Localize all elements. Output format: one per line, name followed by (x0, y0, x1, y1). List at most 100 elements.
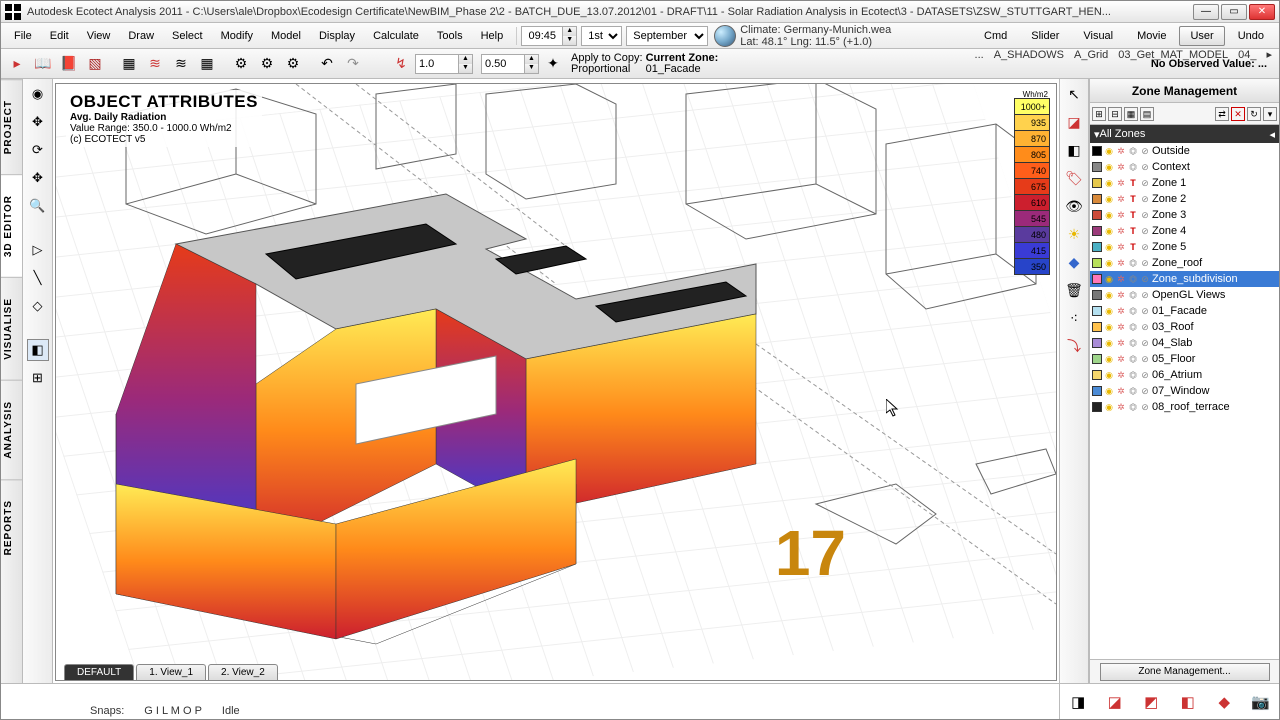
zone-item[interactable]: ◉✲⏣⊘Zone_subdivision (1090, 271, 1279, 287)
expand-icon[interactable]: ⊞ (1092, 107, 1106, 121)
menu-calculate[interactable]: Calculate (364, 26, 428, 46)
zone-item[interactable]: ◉✲⏣⊘01_Facade (1090, 303, 1279, 319)
zone-item[interactable]: ◉✲⏣⊘05_Floor (1090, 351, 1279, 367)
zone-management-button[interactable]: Zone Management... (1100, 663, 1270, 681)
view-tab-2[interactable]: 2. View_2 (208, 664, 278, 680)
view-iso-icon[interactable]: ◨ (1066, 690, 1090, 714)
vtab-analysis[interactable]: ANALYSIS (1, 380, 22, 479)
tab-undo[interactable]: Undo (1227, 26, 1275, 46)
view-front-icon[interactable]: ◩ (1139, 690, 1163, 714)
view-top-icon[interactable]: ◪ (1103, 690, 1127, 714)
gear-icon[interactable]: ⚙ (229, 52, 253, 76)
zone-item[interactable]: ◉✲⏣⊘03_Roof (1090, 319, 1279, 335)
vtab-reports[interactable]: REPORTS (1, 479, 22, 575)
zoom-icon[interactable]: 🔍 (27, 195, 49, 217)
zone-item[interactable]: ◉✲T⊘Zone 4 (1090, 223, 1279, 239)
stack-icon[interactable]: ≋ (169, 52, 193, 76)
zone-item[interactable]: ◉✲⏣⊘07_Window (1090, 383, 1279, 399)
zone-item[interactable]: ◉✲⏣⊘Zone_roof (1090, 255, 1279, 271)
close-button[interactable]: ✕ (1249, 4, 1275, 20)
menu-file[interactable]: File (5, 26, 41, 46)
delete-icon[interactable]: ✕ (1231, 107, 1245, 121)
vtab-project[interactable]: PROJECT (1, 79, 22, 174)
menu-help[interactable]: Help (472, 26, 513, 46)
eye-icon[interactable]: 👁 (1063, 195, 1085, 217)
zone-item[interactable]: ◉✲⏣⊘OpenGL Views (1090, 287, 1279, 303)
menu-display[interactable]: Display (310, 26, 364, 46)
rotate-icon[interactable]: ⟳ (27, 139, 49, 161)
tab-slider[interactable]: Slider (1020, 26, 1070, 46)
scale-a-input[interactable]: ▲▼ (415, 54, 473, 74)
camera-icon[interactable]: 📷 (1249, 690, 1273, 714)
stack-red-icon[interactable]: ≋ (143, 52, 167, 76)
vtab-3d-editor[interactable]: 3D EDITOR (1, 174, 22, 277)
export-icon[interactable]: ⤵ (1063, 335, 1085, 357)
wireframe-icon[interactable]: ⊞ (27, 367, 49, 389)
vtab-visualise[interactable]: VISUALISE (1, 277, 22, 380)
undo-icon[interactable]: ↶ (315, 52, 339, 76)
zone-item[interactable]: ◉✲⏣⊘08_roof_terrace (1090, 399, 1279, 415)
layers-icon[interactable]: ▦ (117, 52, 141, 76)
measure-icon[interactable]: ╲ (27, 267, 49, 289)
refresh-icon[interactable]: ↻ (1247, 107, 1261, 121)
minimize-button[interactable]: — (1193, 4, 1219, 20)
view-tab-1[interactable]: 1. View_1 (136, 664, 206, 680)
tab-movie[interactable]: Movie (1126, 26, 1177, 46)
zone-item[interactable]: ◉✲T⊘Zone 1 (1090, 175, 1279, 191)
redo-icon[interactable]: ↷ (341, 52, 365, 76)
viewport[interactable]: OBJECT ATTRIBUTES Avg. Daily Radiation V… (55, 83, 1057, 681)
view-tab-default[interactable]: DEFAULT (64, 664, 134, 680)
calc-icon[interactable]: ⚙ (281, 52, 305, 76)
sun-icon[interactable]: ☀ (1063, 223, 1085, 245)
book-icon[interactable]: 📕 (57, 52, 81, 76)
menu-tools[interactable]: Tools (428, 26, 472, 46)
zone-item[interactable]: ◉✲⏣⊘04_Slab (1090, 335, 1279, 351)
box-icon[interactable]: ◆ (1063, 251, 1085, 273)
cube-icon[interactable]: ◧ (27, 339, 49, 361)
menu-select[interactable]: Select (163, 26, 212, 46)
page-icon[interactable]: ▧ (83, 52, 107, 76)
all-zones-header[interactable]: ▾ All Zones◂ (1090, 125, 1279, 143)
trash-icon[interactable]: 🗑 (1063, 279, 1085, 301)
view-persp-icon[interactable]: ◆ (1212, 690, 1236, 714)
month-select[interactable]: September (626, 26, 708, 46)
maximize-button[interactable]: ▭ (1221, 4, 1247, 20)
material-icon[interactable]: ◧ (1063, 139, 1085, 161)
zone-item[interactable]: ◉✲⏣⊘Context (1090, 159, 1279, 175)
scale-b-input[interactable]: ▲▼ (481, 54, 539, 74)
camera-icon[interactable]: ◉ (27, 83, 49, 105)
node-icon[interactable]: ◇ (27, 295, 49, 317)
pan-icon[interactable]: ✥ (27, 167, 49, 189)
menu-draw[interactable]: Draw (119, 26, 163, 46)
chevron-right-icon[interactable]: ▸ (1266, 48, 1272, 61)
zone-item[interactable]: ◉✲T⊘Zone 3 (1090, 207, 1279, 223)
zone-item[interactable]: ◉✲T⊘Zone 2 (1090, 191, 1279, 207)
graph-icon[interactable]: ⁖ (1063, 307, 1085, 329)
tab-user[interactable]: User (1179, 26, 1224, 46)
arrow-icon[interactable]: ↖ (1063, 83, 1085, 105)
tab-visual[interactable]: Visual (1072, 26, 1124, 46)
book-open-icon[interactable]: 📖 (31, 52, 55, 76)
menu-view[interactable]: View (78, 26, 120, 46)
zone-item[interactable]: ◉✲⏣⊘06_Atrium (1090, 367, 1279, 383)
open-icon[interactable]: ▸ (5, 52, 29, 76)
link-icon[interactable]: ⇄ (1215, 107, 1229, 121)
time-input[interactable]: ▲▼ (521, 26, 577, 46)
menu-edit[interactable]: Edit (41, 26, 78, 46)
down-icon[interactable]: ▾ (1263, 107, 1277, 121)
tool4-icon[interactable]: ▤ (1140, 107, 1154, 121)
zone-icon[interactable]: ◪ (1063, 111, 1085, 133)
zone-item[interactable]: ◉✲⏣⊘Outside (1090, 143, 1279, 159)
zone-item[interactable]: ◉✲T⊘Zone 5 (1090, 239, 1279, 255)
select-icon[interactable]: ▷ (27, 239, 49, 261)
collapse-icon[interactable]: ⊟ (1108, 107, 1122, 121)
grid-icon[interactable]: ▦ (195, 52, 219, 76)
menu-modify[interactable]: Modify (212, 26, 262, 46)
day-select[interactable]: 1st (581, 26, 622, 46)
tag-icon[interactable]: 🏷 (1063, 167, 1085, 189)
menu-model[interactable]: Model (262, 26, 310, 46)
view-side-icon[interactable]: ◧ (1176, 690, 1200, 714)
tool3-icon[interactable]: ▦ (1124, 107, 1138, 121)
tab-cmd[interactable]: Cmd (973, 26, 1018, 46)
axis-icon[interactable]: ✦ (541, 52, 565, 76)
